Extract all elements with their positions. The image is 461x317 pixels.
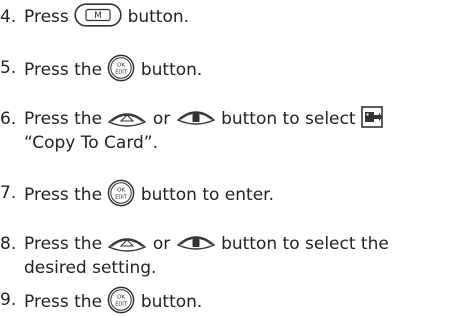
step-text-end: button to enter.	[140, 185, 274, 205]
step-text: Press M button.	[24, 3, 190, 29]
step-text-start: Press the	[24, 234, 103, 254]
or-text: or	[152, 234, 171, 254]
step-text: Press the or button to select the	[24, 232, 389, 256]
ok-edit-button-icon: OK EDIT	[107, 286, 135, 314]
copy-to-card-icon	[361, 106, 383, 128]
svg-text:OK: OK	[117, 188, 125, 194]
step-text: Press the or button to select	[24, 106, 383, 131]
step-number: 4.	[0, 7, 17, 27]
step-text-end: button to select	[221, 109, 356, 129]
step-text-line2: “Copy To Card”.	[24, 133, 159, 153]
step-text-end: button to select the	[221, 234, 389, 254]
mode-m-button-icon: M	[74, 3, 122, 27]
up-arrow-button-icon	[107, 231, 147, 253]
step-text-start: Press the	[24, 185, 103, 205]
step-text: Press the OK EDIT button.	[24, 54, 203, 84]
svg-text:EDIT: EDIT	[116, 194, 128, 200]
step-number: 7.	[0, 183, 17, 203]
or-text: or	[152, 109, 171, 129]
step-text-end: button.	[140, 292, 203, 312]
svg-text:OK: OK	[117, 295, 125, 301]
mode-label: M	[94, 11, 102, 21]
step-text: Press the OK EDIT button to enter.	[24, 179, 274, 209]
svg-text:EDIT: EDIT	[116, 301, 128, 307]
ok-edit-button-icon: OK EDIT	[107, 179, 135, 207]
step-text-end: button.	[127, 7, 190, 27]
svg-text:OK: OK	[117, 63, 125, 69]
step-text-line2: desired setting.	[24, 258, 157, 278]
step-number: 5.	[0, 58, 17, 78]
step-text-end: button.	[140, 60, 203, 80]
step-number: 6.	[0, 109, 17, 129]
step-text-start: Press the	[24, 109, 103, 129]
svg-text:EDIT: EDIT	[116, 69, 128, 75]
step-number: 8.	[0, 234, 17, 254]
step-text-start: Press the	[24, 60, 103, 80]
down-trash-button-icon	[176, 231, 216, 253]
ok-edit-button-icon: OK EDIT	[107, 54, 135, 82]
step-text: Press the OK EDIT button.	[24, 286, 203, 316]
step-text-start: Press the	[24, 292, 103, 312]
step-number: 9.	[0, 290, 17, 310]
step-text-start: Press	[24, 7, 69, 27]
instruction-steps: 4. Press M button. 5. Press the OK EDIT …	[0, 0, 461, 317]
down-trash-button-icon	[176, 106, 216, 128]
up-arrow-button-icon	[107, 106, 147, 128]
